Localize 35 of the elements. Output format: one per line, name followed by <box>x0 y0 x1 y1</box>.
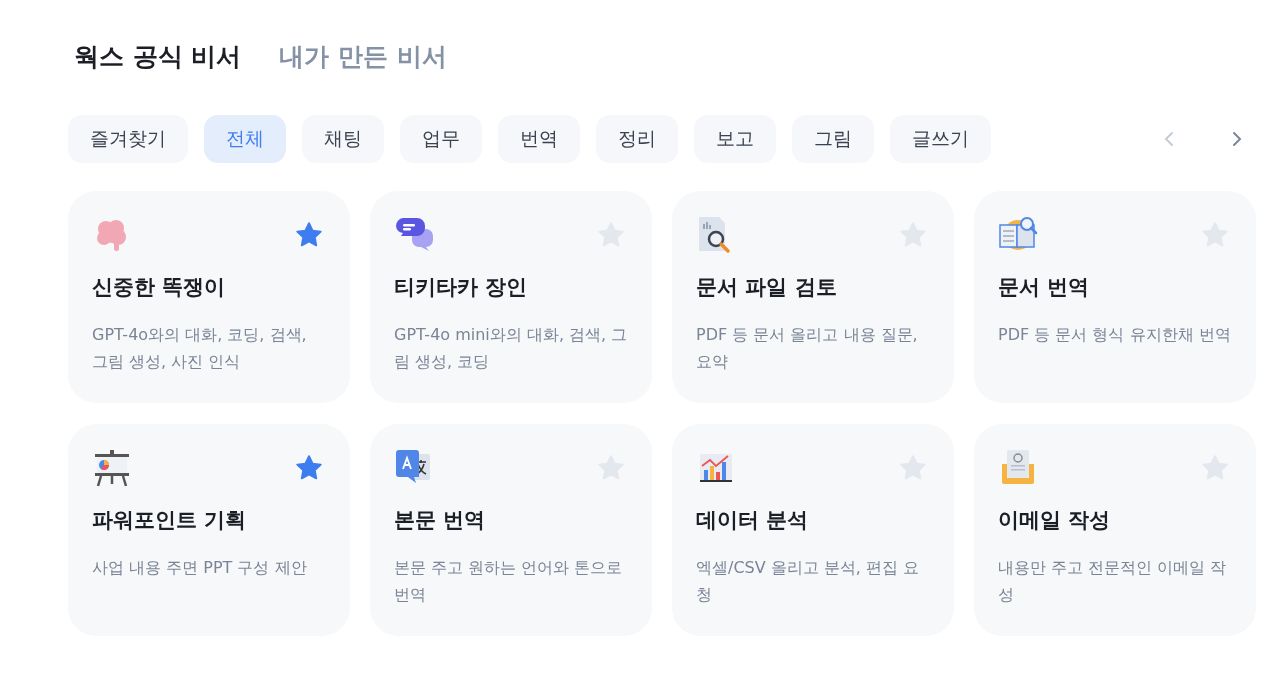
assistant-description: 사업 내용 주면 PPT 구성 제안 <box>92 557 308 579</box>
category-chip[interactable]: 채팅 <box>302 115 384 163</box>
assistant-description: GPT-4o mini와의 대화, 검색, 그림 생성, 코딩 <box>394 324 628 373</box>
category-chip[interactable]: 보고 <box>694 115 776 163</box>
chevron-right-icon[interactable] <box>1232 131 1242 147</box>
assistant-title: 이메일 작성 <box>998 507 1112 534</box>
assistant-card[interactable]: 문서 파일 검토 PDF 등 문서 올리고 내용 질문, 요약 <box>672 191 954 403</box>
assistant-card[interactable]: 신중한 똑쟁이 GPT-4o와의 대화, 코딩, 검색, 그림 생성, 사진 인식 <box>68 191 350 403</box>
assistant-card[interactable]: 데이터 분석 엑셀/CSV 올리고 분석, 편집 요청 <box>672 424 954 636</box>
assistant-card[interactable]: 본문 번역 본문 주고 원하는 언어와 톤으로 번역 <box>370 424 652 636</box>
assistant-title: 문서 파일 검토 <box>696 274 838 301</box>
assistant-card[interactable]: 파워포인트 기획 사업 내용 주면 PPT 구성 제안 <box>68 424 350 636</box>
presentation-board-icon <box>92 448 132 488</box>
assistant-title: 파워포인트 기획 <box>92 507 248 534</box>
assistant-title: 신중한 똑쟁이 <box>92 274 227 301</box>
category-chip[interactable]: 그림 <box>792 115 874 163</box>
assistant-title: 문서 번역 <box>998 274 1091 301</box>
assistant-title: 데이터 분석 <box>696 507 810 534</box>
assistant-description: PDF 등 문서 형식 유지한채 번역 <box>998 324 1232 346</box>
category-chip[interactable]: 정리 <box>596 115 678 163</box>
assistant-card[interactable]: 티키타카 장인 GPT-4o mini와의 대화, 검색, 그림 생성, 코딩 <box>370 191 652 403</box>
section-tab[interactable]: 웍스 공식 비서 <box>74 40 242 73</box>
assistant-description: 엑셀/CSV 올리고 분석, 편집 요청 <box>696 557 921 606</box>
category-chip[interactable]: 업무 <box>400 115 482 163</box>
category-chip[interactable]: 즐겨찾기 <box>68 115 188 163</box>
assistant-card[interactable]: 이메일 작성 내용만 주고 전문적인 이메일 작성 <box>974 424 1256 636</box>
assistant-title: 티키타카 장인 <box>394 274 529 301</box>
assistant-title: 본문 번역 <box>394 507 487 534</box>
assistant-description: PDF 등 문서 올리고 내용 질문, 요약 <box>696 324 919 373</box>
assistant-description: 본문 주고 원하는 언어와 톤으로 번역 <box>394 557 624 606</box>
category-chip[interactable]: 번역 <box>498 115 580 163</box>
assistant-description: 내용만 주고 전문적인 이메일 작성 <box>998 557 1228 606</box>
assistant-description: GPT-4o와의 대화, 코딩, 검색, 그림 생성, 사진 인식 <box>92 324 308 373</box>
category-chip[interactable]: 글쓰기 <box>890 115 991 163</box>
assistant-card[interactable]: 문서 번역 PDF 등 문서 형식 유지한채 번역 <box>974 191 1256 403</box>
